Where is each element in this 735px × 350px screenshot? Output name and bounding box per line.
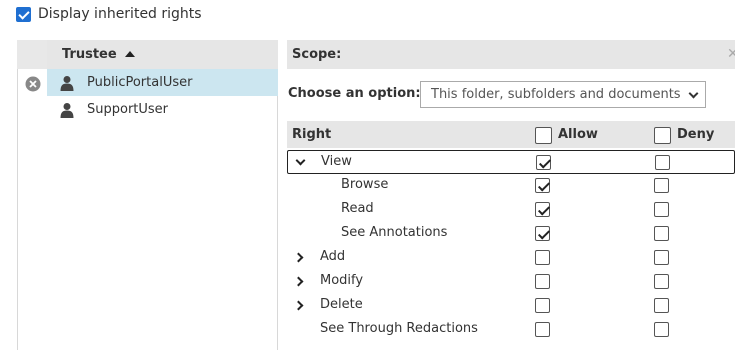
allow-column-header: Allow: [558, 127, 598, 142]
right-name: Add: [320, 249, 346, 264]
display-inherited-label: Display inherited rights: [38, 6, 202, 22]
remove-trustee-icon[interactable]: [25, 76, 41, 92]
allow-checkbox[interactable]: [535, 226, 550, 241]
right-name: View: [321, 154, 352, 169]
right-column-header: Right: [292, 127, 332, 142]
rights-header: Right Allow Deny: [287, 121, 735, 148]
trustee-row-supportuser[interactable]: SupportUser: [47, 96, 278, 123]
right-name: Delete: [320, 297, 363, 312]
right-name: Browse: [341, 177, 389, 192]
right-row-see-through-redactions[interactable]: See Through Redactions: [287, 318, 735, 342]
deny-checkbox[interactable]: [654, 202, 669, 217]
allow-checkbox[interactable]: [535, 298, 550, 313]
right-row-modify[interactable]: Modify: [287, 270, 735, 294]
right-row-delete[interactable]: Delete: [287, 294, 735, 318]
right-name: Read: [341, 201, 374, 216]
chevron-right-icon[interactable]: [293, 276, 304, 287]
trustee-row-publicportaluser[interactable]: PublicPortalUser: [47, 69, 278, 96]
user-icon: [60, 76, 74, 91]
allow-checkbox[interactable]: [536, 155, 551, 170]
deny-checkbox[interactable]: [654, 274, 669, 289]
deny-checkbox[interactable]: [655, 155, 670, 170]
allow-checkbox[interactable]: [535, 274, 550, 289]
choose-option-label: Choose an option:: [288, 86, 421, 101]
scope-header: Scope:: [287, 40, 735, 69]
trustee-header-label: Trustee: [62, 47, 117, 62]
trustee-name: SupportUser: [87, 102, 169, 117]
chevron-down-icon[interactable]: [295, 155, 306, 166]
right-name: See Through Redactions: [320, 321, 478, 336]
allow-checkbox[interactable]: [535, 178, 550, 193]
right-name: Modify: [320, 273, 364, 288]
deny-checkbox[interactable]: [654, 226, 669, 241]
right-row-see-annotations[interactable]: See Annotations: [287, 222, 735, 246]
trustee-name: PublicPortalUser: [87, 75, 193, 90]
right-row-browse[interactable]: Browse: [287, 174, 735, 198]
right-row-view[interactable]: View: [287, 150, 735, 174]
right-name: See Annotations: [341, 225, 448, 240]
deny-checkbox[interactable]: [654, 298, 669, 313]
deny-checkbox[interactable]: [654, 322, 669, 337]
allow-checkbox[interactable]: [535, 202, 550, 217]
chevron-down-icon: [688, 88, 699, 99]
sort-ascending-icon: [124, 51, 135, 57]
allow-checkbox[interactable]: [535, 322, 550, 337]
chevron-right-icon[interactable]: [293, 252, 304, 263]
allow-all-checkbox[interactable]: [535, 127, 552, 144]
chevron-right-icon[interactable]: [293, 300, 304, 311]
deny-all-checkbox[interactable]: [654, 127, 671, 144]
scope-select-value: This folder, subfolders and documents: [431, 87, 681, 102]
allow-checkbox[interactable]: [535, 250, 550, 265]
user-icon: [60, 103, 74, 118]
right-row-read[interactable]: Read: [287, 198, 735, 222]
display-inherited-checkbox[interactable]: [16, 7, 31, 22]
scope-select[interactable]: This folder, subfolders and documents: [420, 81, 706, 108]
deny-checkbox[interactable]: [654, 250, 669, 265]
trustee-column-header[interactable]: Trustee: [47, 40, 278, 69]
trustee-gutter: [17, 40, 47, 69]
right-row-add[interactable]: Add: [287, 246, 735, 270]
close-icon[interactable]: ✕: [727, 47, 735, 61]
deny-column-header: Deny: [677, 127, 715, 142]
deny-checkbox[interactable]: [654, 178, 669, 193]
